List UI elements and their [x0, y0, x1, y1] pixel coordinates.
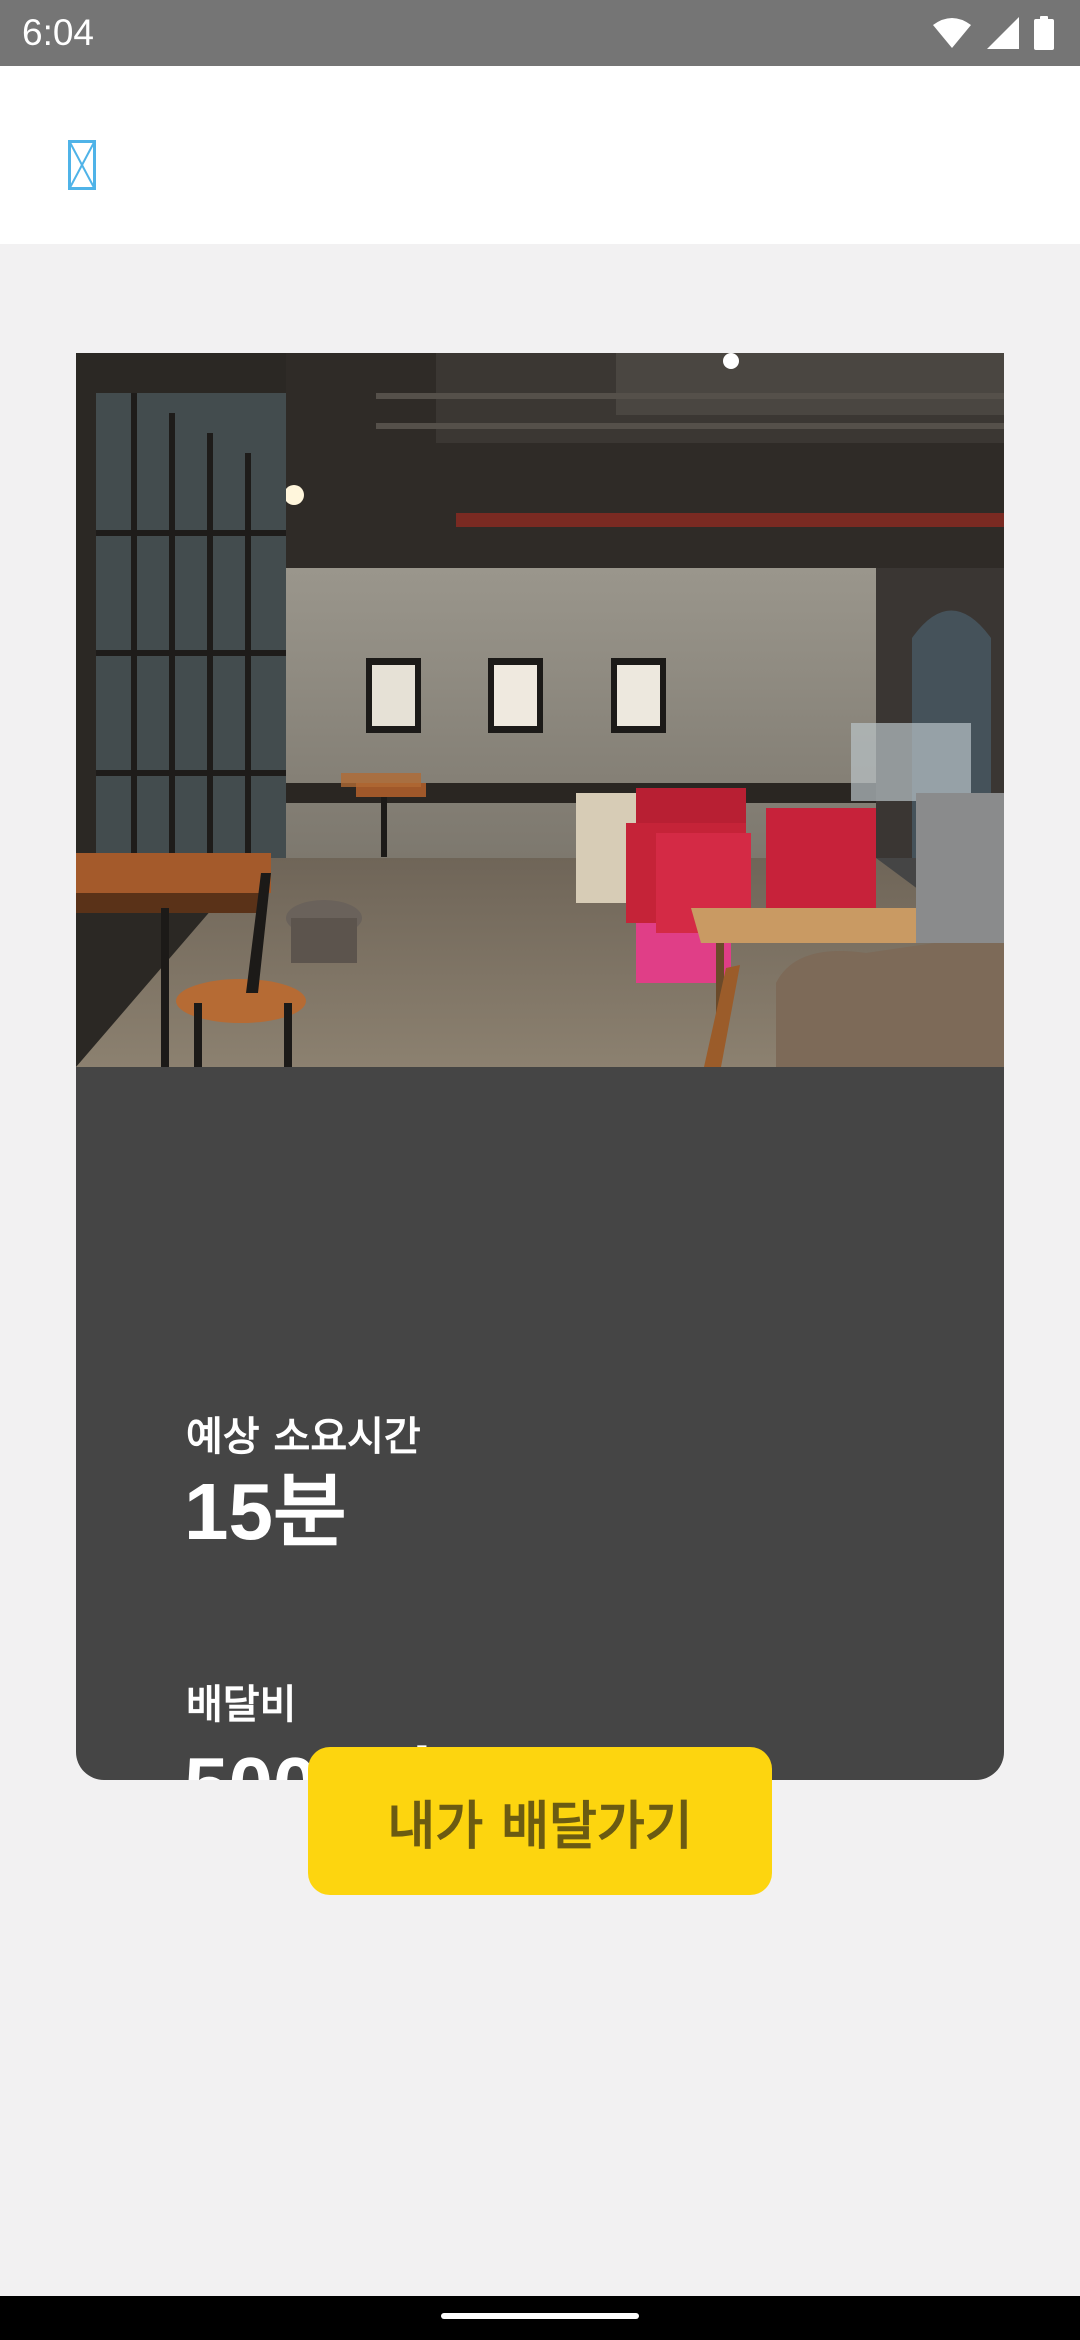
eta-label: 예상 소요시간 — [186, 1414, 421, 1460]
delivery-info-card: 예상 소요시간 15분 배달비 5000원 — [76, 353, 1004, 1780]
wifi-icon — [933, 18, 971, 48]
cellular-signal-icon — [987, 17, 1019, 49]
cafe-interior-photo — [76, 353, 1004, 1067]
status-time: 6:04 — [22, 12, 95, 53]
app-bar — [0, 66, 1080, 244]
deliver-myself-button[interactable]: 내가 배달가기 — [308, 1747, 772, 1895]
navigation-bar — [0, 2296, 1080, 2340]
fee-label: 배달비 — [186, 1682, 297, 1728]
home-gesture-handle[interactable] — [441, 2313, 639, 2319]
eta-value: 15분 — [184, 1467, 347, 1556]
status-bar: 6:04 — [0, 0, 1080, 66]
battery-icon — [1034, 16, 1054, 50]
broken-image-placeholder-icon[interactable] — [68, 140, 96, 190]
status-icons — [932, 14, 1054, 52]
